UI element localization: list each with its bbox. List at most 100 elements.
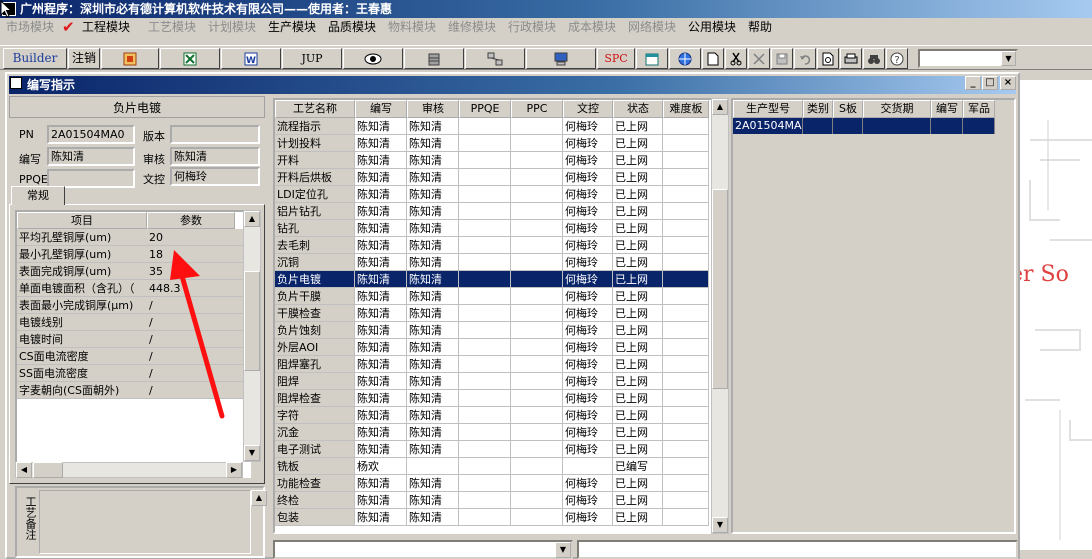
menu-production[interactable]: 生产模块 <box>268 18 316 37</box>
table-cell[interactable]: 何梅玲 <box>563 271 613 288</box>
version-field[interactable] <box>170 125 260 144</box>
table-cell[interactable]: 干膜检查 <box>275 305 355 322</box>
table-cell[interactable] <box>511 373 563 390</box>
table-cell[interactable] <box>663 237 709 254</box>
param-row[interactable]: 字麦朝向(CS面朝外) / <box>17 382 247 399</box>
table-cell[interactable] <box>511 186 563 203</box>
table-row[interactable]: 沉铜 陈知清 陈知清 何梅玲 已上网 <box>275 254 711 271</box>
table-cell[interactable]: 已上网 <box>613 441 663 458</box>
table-cell[interactable]: 已上网 <box>613 254 663 271</box>
table-cell[interactable]: 已上网 <box>613 424 663 441</box>
table-cell[interactable] <box>511 424 563 441</box>
pn-field[interactable]: 2A01504MA0 <box>47 125 135 144</box>
table-cell[interactable]: 陈知清 <box>407 373 459 390</box>
table-cell[interactable]: 何梅玲 <box>563 441 613 458</box>
preview-button[interactable] <box>817 48 839 69</box>
table-row[interactable]: 功能检查 陈知清 陈知清 何梅玲 已上网 <box>275 475 711 492</box>
table-cell[interactable]: 沉铜 <box>275 254 355 271</box>
table-cell[interactable] <box>663 390 709 407</box>
table-cell[interactable] <box>511 305 563 322</box>
table-cell[interactable] <box>459 254 511 271</box>
table-row[interactable]: 流程指示 陈知清 陈知清 何梅玲 已上网 <box>275 118 711 135</box>
table-cell[interactable]: 外层AOI <box>275 339 355 356</box>
table-cell[interactable]: 陈知清 <box>355 288 407 305</box>
table-cell[interactable] <box>663 322 709 339</box>
table-cell[interactable] <box>511 237 563 254</box>
table-cell[interactable]: 陈知清 <box>407 186 459 203</box>
table-cell[interactable]: 已上网 <box>613 135 663 152</box>
table-cell[interactable]: 陈知清 <box>407 271 459 288</box>
table-cell[interactable]: 负片干膜 <box>275 288 355 305</box>
word-button[interactable]: W <box>221 48 281 69</box>
menu-common[interactable]: 公用模块 <box>688 18 736 37</box>
table-cell[interactable]: 终检 <box>275 492 355 509</box>
table-cell[interactable]: 已上网 <box>613 152 663 169</box>
table-cell[interactable]: 陈知清 <box>407 424 459 441</box>
table-cell[interactable] <box>511 390 563 407</box>
table-cell[interactable]: 陈知清 <box>355 305 407 322</box>
table-cell[interactable] <box>511 475 563 492</box>
memo-scroll-up-icon[interactable]: ▲ <box>251 490 267 506</box>
table-cell[interactable] <box>511 407 563 424</box>
table-row[interactable]: 钻孔 陈知清 陈知清 何梅玲 已上网 <box>275 220 711 237</box>
table-cell[interactable] <box>511 458 563 475</box>
table-cell[interactable] <box>459 305 511 322</box>
table-cell[interactable] <box>459 407 511 424</box>
table-cell[interactable] <box>511 492 563 509</box>
table-cell[interactable] <box>459 169 511 186</box>
table-row[interactable]: 负片干膜 陈知清 陈知清 何梅玲 已上网 <box>275 288 711 305</box>
table-cell[interactable] <box>663 475 709 492</box>
table-cell[interactable] <box>511 118 563 135</box>
table-cell[interactable]: 何梅玲 <box>563 475 613 492</box>
table-cell[interactable]: 何梅玲 <box>563 288 613 305</box>
table-cell[interactable]: 陈知清 <box>407 509 459 526</box>
table-cell[interactable]: 已上网 <box>613 373 663 390</box>
menu-admin[interactable]: 行政模块 <box>508 18 556 37</box>
table-cell[interactable]: 铣板 <box>275 458 355 475</box>
column-header[interactable]: 编写 <box>931 100 963 118</box>
param-value[interactable]: 18 <box>149 246 163 263</box>
table-cell[interactable] <box>459 118 511 135</box>
menu-help[interactable]: 帮助 <box>748 18 772 37</box>
table-cell[interactable] <box>511 271 563 288</box>
hscroll-thumb[interactable] <box>33 462 63 478</box>
table-cell[interactable]: 功能检查 <box>275 475 355 492</box>
table-cell[interactable] <box>459 492 511 509</box>
find-button[interactable] <box>863 48 885 69</box>
table-cell[interactable] <box>803 118 833 134</box>
table-cell[interactable] <box>511 288 563 305</box>
undo-button[interactable] <box>794 48 816 69</box>
table-cell[interactable] <box>511 169 563 186</box>
minimize-button[interactable]: _ <box>965 76 981 90</box>
table-cell[interactable] <box>663 203 709 220</box>
param-value[interactable]: 20 <box>149 229 163 246</box>
table-cell[interactable] <box>563 458 613 475</box>
table-cell[interactable] <box>663 305 709 322</box>
doc-control-field[interactable]: 何梅玲 <box>170 167 260 186</box>
table-cell[interactable]: 陈知清 <box>407 390 459 407</box>
table-cell[interactable]: 陈知清 <box>355 186 407 203</box>
table-cell[interactable] <box>459 322 511 339</box>
builder-button[interactable]: Builder <box>3 48 67 69</box>
table-cell[interactable]: 陈知清 <box>355 237 407 254</box>
table-row[interactable]: 终检 陈知清 陈知清 何梅玲 已上网 <box>275 492 711 509</box>
memo-textarea[interactable] <box>39 490 251 554</box>
chevron-down-icon[interactable]: ▼ <box>1001 51 1016 66</box>
view-button[interactable] <box>343 48 403 69</box>
internet-button[interactable] <box>669 48 701 69</box>
process-vscrollbar[interactable]: ▲ ▼ <box>711 98 729 534</box>
table-cell[interactable]: 已上网 <box>613 237 663 254</box>
table-cell[interactable]: 负片电镀 <box>275 271 355 288</box>
table-cell[interactable]: 何梅玲 <box>563 118 613 135</box>
menu-market[interactable]: 市场模块 <box>6 18 54 37</box>
scroll-up-icon[interactable]: ▲ <box>712 99 728 115</box>
column-header[interactable]: 类别 <box>803 100 833 118</box>
column-header[interactable]: PPC <box>511 100 563 118</box>
table-cell[interactable]: 已上网 <box>613 475 663 492</box>
new-button[interactable] <box>702 48 724 69</box>
param-hscrollbar[interactable]: ◀ ▶ <box>15 462 243 478</box>
table-row[interactable]: 干膜检查 陈知清 陈知清 何梅玲 已上网 <box>275 305 711 322</box>
table-cell[interactable]: 陈知清 <box>355 390 407 407</box>
table-cell[interactable] <box>459 152 511 169</box>
excel-button[interactable] <box>160 48 220 69</box>
